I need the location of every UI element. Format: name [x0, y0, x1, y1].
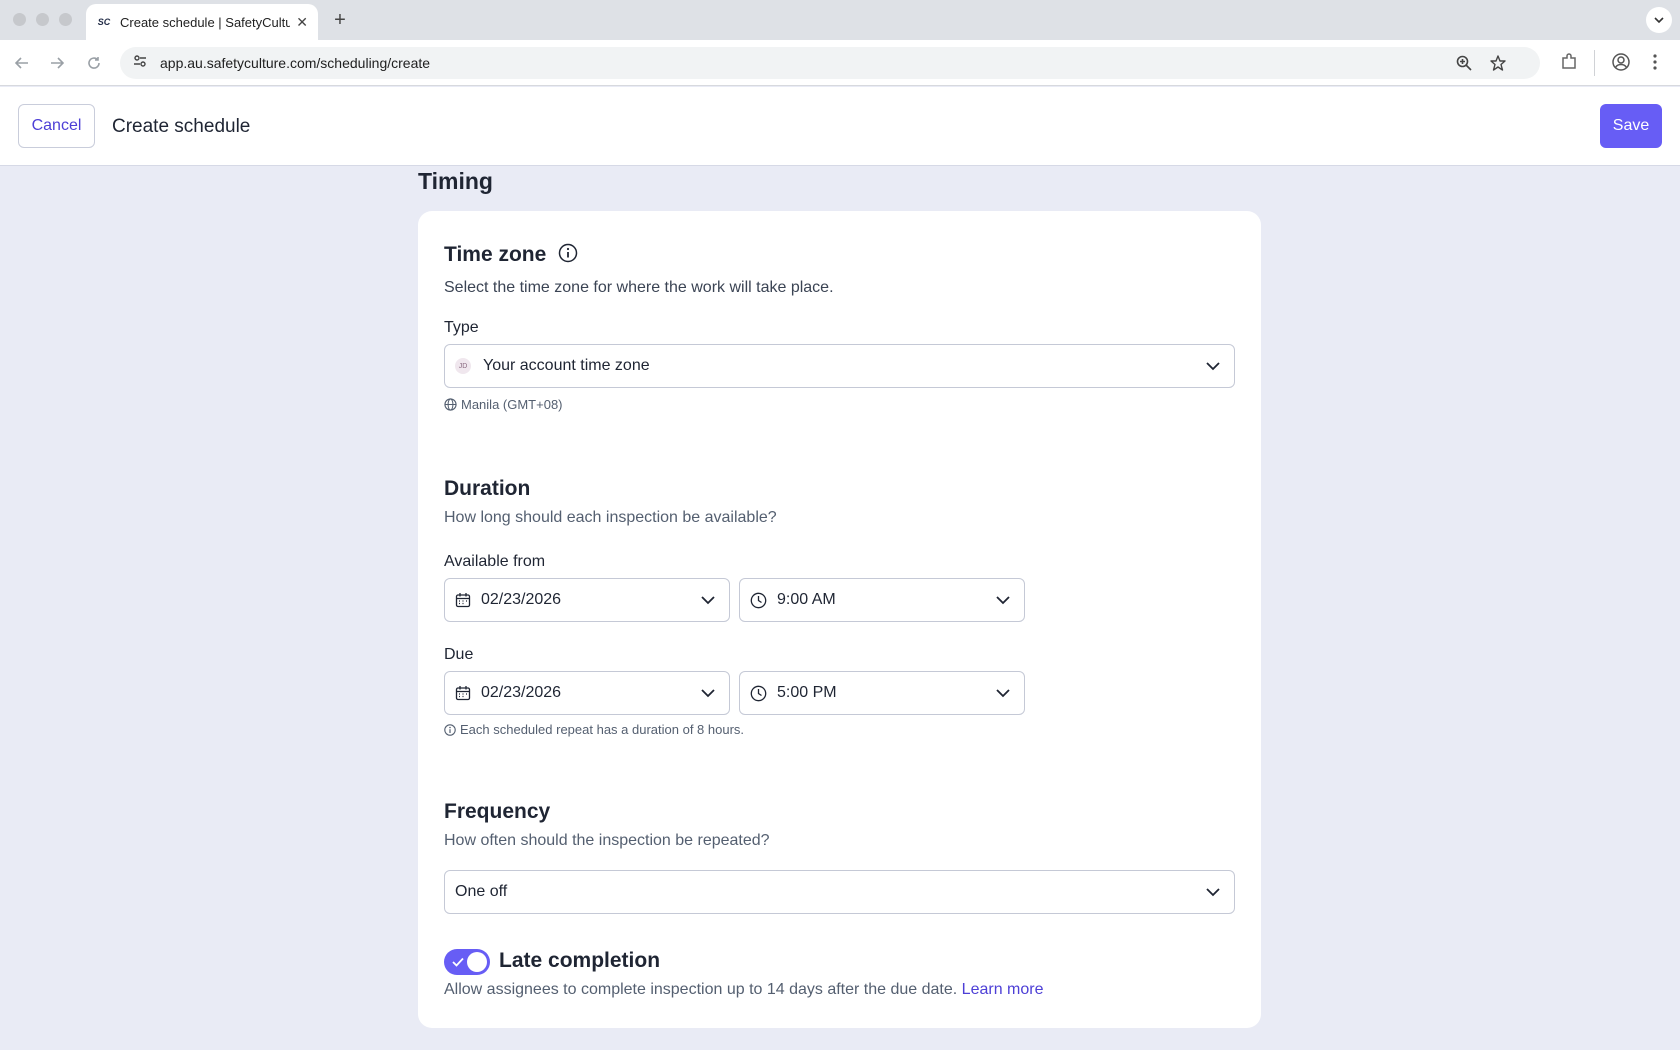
late-completion-description-row: Allow assignees to complete inspection u… — [444, 981, 1044, 999]
available-from-time-select[interactable]: 9:00 AM — [739, 578, 1025, 622]
available-from-date-select[interactable]: 02/23/2026 — [444, 578, 730, 622]
due-label: Due — [444, 646, 474, 663]
late-completion-toggle[interactable] — [444, 949, 490, 975]
tab-close-icon[interactable]: ✕ — [296, 14, 308, 31]
learn-more-link[interactable]: Learn more — [962, 981, 1044, 998]
available-from-time-value: 9:00 AM — [777, 591, 836, 608]
extensions-icon[interactable] — [1560, 53, 1578, 71]
safetyculture-favicon-icon: SC — [97, 17, 111, 27]
type-label: Type — [444, 319, 479, 336]
info-icon[interactable] — [558, 243, 578, 269]
clock-icon — [750, 592, 767, 608]
frequency-description: How often should the inspection be repea… — [444, 832, 770, 849]
due-time-select[interactable]: 5:00 PM — [739, 671, 1025, 715]
toolbar-divider — [1594, 50, 1595, 76]
time-zone-note: Manila (GMT+08) — [444, 397, 563, 412]
section-title-timing: Timing — [418, 168, 493, 194]
duration-title: Duration — [444, 477, 531, 500]
chevron-down-icon — [701, 689, 715, 698]
browser-menu-icon[interactable] — [1652, 53, 1658, 71]
time-zone-description: Select the time zone for where the work … — [444, 279, 834, 296]
duration-note-text: Each scheduled repeat has a duration of … — [460, 722, 745, 737]
late-completion-title: Late completion — [499, 949, 661, 972]
available-from-date-value: 02/23/2026 — [481, 591, 562, 608]
check-icon — [452, 957, 464, 967]
browser-tab-strip: SC Create schedule | SafetyCulture ✕ + — [0, 0, 1680, 40]
app-header: Cancel Create schedule Save — [0, 87, 1680, 166]
frequency-select[interactable]: One off — [444, 870, 1235, 914]
time-zone-heading: Time zone — [444, 243, 578, 269]
profile-icon[interactable] — [1612, 53, 1630, 71]
browser-tab[interactable]: SC Create schedule | SafetyCulture ✕ — [86, 4, 318, 40]
due-date-value: 02/23/2026 — [481, 684, 562, 701]
info-icon — [444, 723, 456, 736]
frequency-value: One off — [455, 883, 508, 900]
calendar-icon — [455, 593, 471, 608]
new-tab-icon[interactable]: + — [328, 8, 352, 32]
url-text: app.au.safetyculture.com/scheduling/crea… — [160, 55, 431, 71]
duration-description: How long should each inspection be avail… — [444, 509, 777, 526]
save-button[interactable]: Save — [1600, 104, 1662, 148]
maximize-window-button[interactable] — [59, 13, 72, 26]
late-completion-description: Allow assignees to complete inspection u… — [444, 981, 958, 998]
minimize-window-button[interactable] — [36, 13, 49, 26]
back-arrow-icon[interactable] — [12, 53, 32, 73]
due-time-value: 5:00 PM — [777, 684, 837, 701]
duration-note: Each scheduled repeat has a duration of … — [444, 722, 744, 737]
frequency-title: Frequency — [444, 800, 551, 823]
browser-toolbar: app.au.safetyculture.com/scheduling/crea… — [0, 40, 1680, 86]
tab-title: Create schedule | SafetyCulture — [120, 14, 291, 30]
toggle-knob — [467, 952, 487, 972]
calendar-icon — [455, 686, 471, 701]
tab-search-chevron-icon[interactable] — [1646, 7, 1672, 33]
chevron-down-icon — [1206, 888, 1220, 897]
chevron-down-icon — [996, 596, 1010, 605]
zoom-icon[interactable] — [1456, 47, 1472, 79]
time-zone-note-text: Manila (GMT+08) — [461, 397, 563, 412]
bookmark-star-icon[interactable] — [1490, 47, 1506, 79]
due-date-select[interactable]: 02/23/2026 — [444, 671, 730, 715]
cancel-button[interactable]: Cancel — [18, 104, 95, 148]
page-title: Create schedule — [112, 116, 251, 137]
clock-icon — [750, 685, 767, 701]
forward-arrow-icon[interactable] — [47, 53, 67, 73]
time-zone-type-select[interactable]: JD Your account time zone — [444, 344, 1235, 388]
avatar: JD — [455, 358, 471, 374]
timing-card: Time zone Select the time zone for where… — [418, 211, 1261, 1028]
time-zone-title: Time zone — [444, 243, 547, 266]
site-settings-icon[interactable] — [132, 53, 148, 74]
close-window-button[interactable] — [13, 13, 26, 26]
globe-icon — [444, 398, 457, 411]
time-zone-type-value: Your account time zone — [483, 357, 650, 374]
chevron-down-icon — [701, 596, 715, 605]
available-from-label: Available from — [444, 553, 546, 570]
chevron-down-icon — [1206, 362, 1220, 371]
reload-icon[interactable] — [84, 53, 104, 73]
address-bar[interactable]: app.au.safetyculture.com/scheduling/crea… — [120, 47, 1540, 79]
chevron-down-icon — [996, 689, 1010, 698]
